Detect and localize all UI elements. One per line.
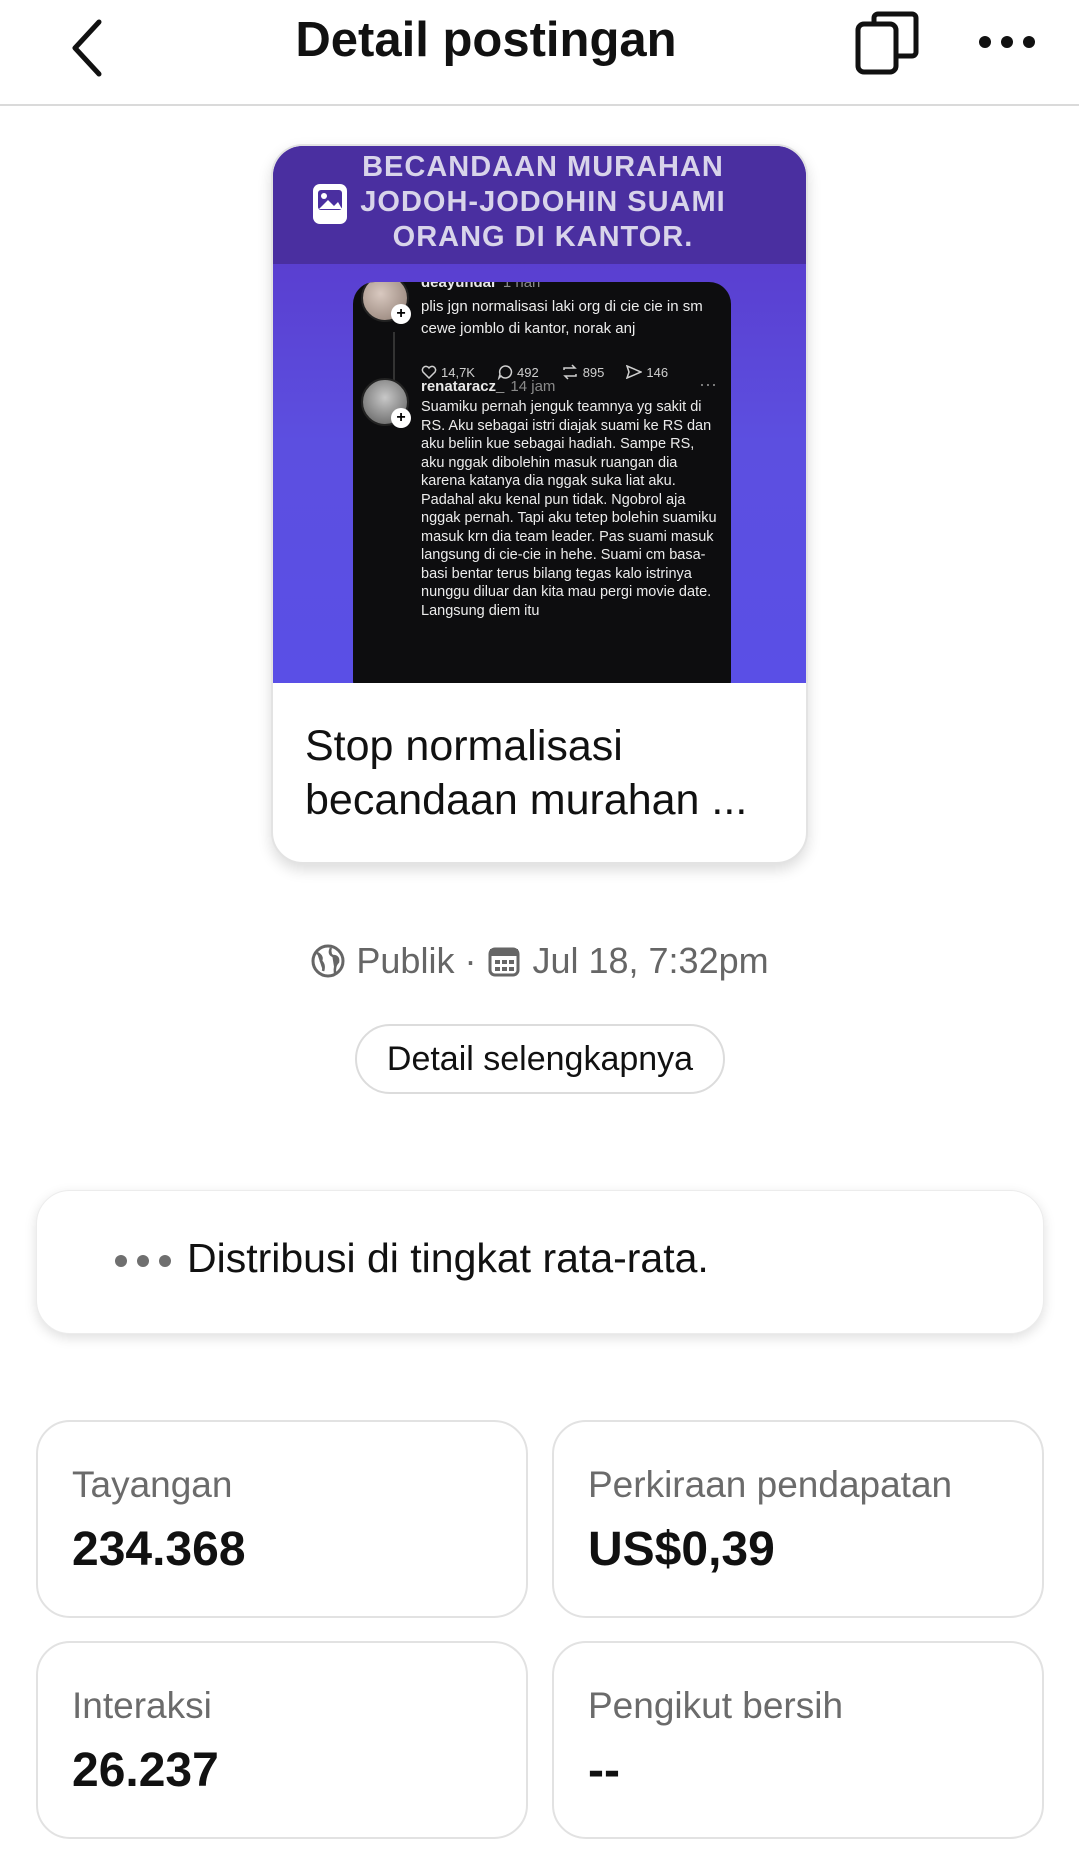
meta-separator: · [464, 940, 477, 981]
stat-label: Perkiraan pendapatan [588, 1464, 953, 1505]
post-caption-line: Stop normalisasi [305, 722, 623, 770]
plus-icon: + [391, 408, 411, 428]
stat-value: 234.368 [72, 1523, 246, 1576]
tweet-text: plis jgn normalisasi laki org di cie cie… [421, 298, 703, 337]
see-more-details-button[interactable]: Detail selengkapnya [355, 1024, 725, 1094]
tweet-time: 14 jam [510, 378, 556, 395]
tweet-text: Suamiku pernah jenguk teamnya yg sakit d… [421, 399, 717, 619]
post-caption: Stop normalisasi becandaan murahan ... [305, 719, 775, 827]
stat-card-views[interactable]: Tayangan 234.368 [36, 1420, 528, 1618]
more-horizontal-icon [115, 1255, 171, 1267]
tweet-more-icon: ··· [699, 282, 717, 291]
copy-button[interactable] [850, 6, 924, 80]
stat-card-net-followers[interactable]: Pengikut bersih -- [552, 1641, 1044, 1839]
stat-value: 26.237 [72, 1744, 219, 1797]
screenshot-phone: + deayundar 1 hari ··· plis jgn normalisa… [353, 282, 731, 683]
stat-value: -- [588, 1744, 620, 1797]
top-bar: Detail postingan [0, 0, 1079, 106]
post-meta: Publik · Jul 18, 7:32pm [0, 940, 1079, 982]
post-thumbnail: BECANDAAN MURAHAN JODOH-JODOHIN SUAMI OR… [273, 146, 806, 683]
tweet-username-text: renataracz_ [421, 378, 505, 395]
tweet-time: 1 hari [502, 282, 541, 291]
plus-icon: + [391, 304, 411, 324]
tweet-username: deayundar 1 hari [421, 282, 540, 291]
stat-label: Tayangan [72, 1464, 233, 1505]
image-icon [313, 184, 347, 224]
more-horizontal-icon [979, 36, 1035, 48]
copy-icon [855, 11, 919, 75]
visibility-label: Publik [356, 940, 455, 981]
more-options-button[interactable] [970, 14, 1044, 70]
tweet-username-text: deayundar [421, 282, 497, 291]
calendar-icon [486, 943, 522, 979]
stat-card-interactions[interactable]: Interaksi 26.237 [36, 1641, 528, 1839]
heart-icon [421, 365, 437, 379]
globe-icon [310, 943, 346, 979]
stat-label: Interaksi [72, 1685, 212, 1726]
tweet-2: + renataracz_ 14 jam ··· Suamiku pernah j… [361, 374, 723, 683]
thumbnail-headline: BECANDAAN MURAHAN JODOH-JODOHIN SUAMI OR… [360, 151, 726, 253]
post-preview-card[interactable]: BECANDAAN MURAHAN JODOH-JODOHIN SUAMI OR… [271, 144, 808, 864]
stat-value: US$0,39 [588, 1523, 775, 1576]
post-date: Jul 18, 7:32pm [532, 940, 769, 981]
distribution-text: Distribusi di tingkat rata-rata. [187, 1235, 709, 1281]
send-icon [626, 365, 643, 379]
tweet-more-icon: ··· [699, 374, 717, 394]
distribution-card[interactable]: Distribusi di tingkat rata-rata. [36, 1190, 1044, 1334]
stat-card-estimated-earnings[interactable]: Perkiraan pendapatan US$0,39 [552, 1420, 1044, 1618]
stat-label: Pengikut bersih [588, 1685, 844, 1726]
post-caption-line: becandaan murahan ... [305, 776, 748, 824]
tweet-username: renataracz_ 14 jam [421, 378, 555, 395]
page-title: Detail postingan [295, 13, 677, 67]
